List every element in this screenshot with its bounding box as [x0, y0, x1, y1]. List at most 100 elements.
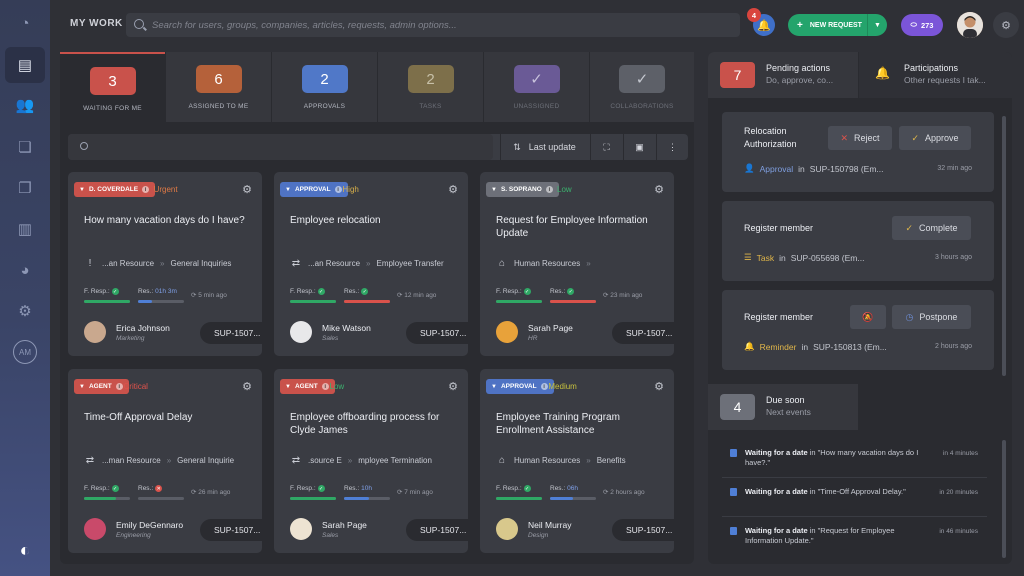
ticket-id[interactable]: SUP-1507... [612, 322, 674, 344]
sort-button[interactable]: ⇅ Last update [500, 134, 588, 160]
action-card[interactable]: Register member ✓ Complete ☰ Task in SUP-… [722, 201, 994, 281]
ticket-id[interactable]: SUP-1507... [406, 519, 468, 541]
tab-tasks[interactable]: 2 TASKS [378, 52, 483, 122]
priority-label: Medium [548, 382, 577, 391]
copy-icon[interactable]: ❐ [13, 176, 37, 200]
layout-toggle-icon[interactable]: ▣ [623, 134, 655, 160]
divider [722, 516, 987, 517]
more-options-icon[interactable]: ⋮ [656, 134, 688, 160]
points-value: 273 [920, 20, 934, 30]
book-icon[interactable]: ▥ [13, 217, 37, 241]
request-card[interactable]: ▼ AGENT i Critical ⚙ Time-Off Approval D… [68, 369, 262, 553]
check-circle-icon: ✓ [111, 288, 119, 295]
postpone-button[interactable]: ◷ Postpone [892, 305, 971, 329]
requester[interactable]: Erica Johnson Marketing [84, 321, 170, 343]
fullscreen-icon[interactable]: ⛶ [590, 134, 622, 160]
tab-unassigned[interactable]: ✓ UNASSIGNED [484, 52, 589, 122]
mute-button[interactable]: 🔕 [850, 305, 886, 329]
user-avatar[interactable] [957, 12, 983, 38]
due-scrollbar[interactable] [1002, 440, 1006, 558]
category-name: Employee Transfer [376, 259, 444, 268]
check-circle-icon: ✓ [523, 288, 531, 295]
request-title[interactable]: Time-Off Approval Delay [84, 411, 249, 424]
category-name: General Inquirie [177, 456, 235, 465]
request-card[interactable]: ▼ AGENT i Low ⚙ Employee offboarding pro… [274, 369, 468, 553]
ticket-id[interactable]: SUP-1507... [406, 322, 468, 344]
request-card[interactable]: ▼ D. COVERDALE i Urgent ⚙ How many vacat… [68, 172, 262, 356]
pie-chart-icon[interactable]: ◕ [13, 258, 37, 282]
gear-icon[interactable]: ⚙ [13, 299, 37, 323]
request-title[interactable]: Employee relocation [290, 214, 455, 227]
gear-icon[interactable]: ⚙ [448, 380, 458, 393]
filter-search-input[interactable] [68, 134, 493, 160]
pending-actions-header[interactable]: 7 Pending actions Do, approve, co... [708, 52, 858, 98]
user-settings-icon[interactable]: ⚙ [993, 12, 1019, 38]
new-request-button[interactable]: + NEW REQUEST ▼ [788, 14, 887, 36]
due-label: Waiting for a date [745, 526, 808, 535]
requester[interactable]: Sarah Page HR [496, 321, 573, 343]
category-name: Benefits [596, 456, 626, 465]
due-soon-header[interactable]: 4 Due soon Next events [708, 384, 858, 430]
request-card[interactable]: ▼ APPROVAL i High ⚙ Employee relocation … [274, 172, 468, 356]
assignee-tag[interactable]: ▼ S. SOPRANO i [486, 182, 559, 197]
gear-icon[interactable]: ⚙ [654, 380, 664, 393]
requester[interactable]: Sarah Page Sales [290, 518, 367, 540]
actions-scrollbar[interactable] [1002, 116, 1006, 376]
tab-label: COLLABORATIONS [610, 103, 674, 110]
approve-button[interactable]: ✓ Approve [899, 126, 971, 150]
requester[interactable]: Emily DeGennaro Engineering [84, 518, 183, 540]
chevron-down-icon[interactable]: ▼ [867, 14, 887, 36]
ticket-id[interactable]: SUP-1507... [612, 519, 674, 541]
caret-down-icon: ▼ [79, 383, 85, 390]
gear-icon[interactable]: ⚙ [654, 183, 664, 196]
assignee-tag[interactable]: ▼ AGENT i [74, 379, 129, 394]
gear-icon[interactable]: ⚙ [448, 183, 458, 196]
request-title[interactable]: Employee Training Program Enrollment Ass… [496, 411, 661, 437]
assignee-tag[interactable]: ▼ APPROVAL i [486, 379, 554, 394]
points-badge[interactable]: ⬭ 273 [901, 14, 943, 36]
assignee-tag[interactable]: ▼ D. COVERDALE i [74, 182, 156, 197]
action-type: Task [756, 252, 775, 263]
briefcase-icon[interactable]: ▤ [13, 53, 37, 77]
tab-assigned-to-me[interactable]: 6 ASSIGNED TO ME [166, 52, 271, 122]
requester[interactable]: Mike Watson Sales [290, 321, 371, 343]
assignee-tag[interactable]: ▼ AGENT i [280, 379, 335, 394]
check-icon: ✓ [911, 132, 919, 143]
request-title[interactable]: Request for Employee Information Update [496, 214, 661, 240]
am-icon[interactable]: AM [13, 340, 37, 364]
first-response-bar [84, 497, 130, 500]
ticket-id[interactable]: SUP-1507... [200, 322, 262, 344]
requester-department: Marketing [116, 334, 145, 342]
tab-label: UNASSIGNED [513, 103, 560, 110]
notifications-button[interactable]: 🔔 4 [747, 8, 775, 36]
dashboard-icon[interactable]: ◔ [13, 11, 37, 35]
work-panel: 3 WAITING FOR ME 6 ASSIGNED TO ME 2 APPR… [60, 52, 694, 564]
ticket-id[interactable]: SUP-1507... [200, 519, 262, 541]
users-icon[interactable]: 👥 [13, 93, 37, 117]
avatar [496, 518, 518, 540]
tab-approvals[interactable]: 2 APPROVALS [272, 52, 377, 122]
due-time: in 20 minutes [939, 489, 978, 496]
requester[interactable]: Neil Murray Design [496, 518, 571, 540]
global-search-input[interactable]: Search for users, groups, companies, art… [126, 13, 740, 37]
gear-icon[interactable]: ⚙ [242, 380, 252, 393]
request-card[interactable]: ▼ S. SOPRANO i Low ⚙ Request for Employe… [480, 172, 674, 356]
tab-waiting-for-me[interactable]: 3 WAITING FOR ME [60, 52, 165, 122]
complete-button[interactable]: ✓ Complete [892, 216, 971, 240]
category-group: Human Resources [514, 259, 581, 268]
request-title[interactable]: How many vacation days do I have? [84, 214, 249, 227]
request-card[interactable]: ▼ APPROVAL i Medium ⚙ Employee Training … [480, 369, 674, 553]
action-card[interactable]: Relocation Authorization ✕ Reject ✓ Approv… [722, 112, 994, 192]
action-card[interactable]: Register member 🔕 ◷ Postpone 🔔 Reminder i… [722, 290, 994, 370]
breadcrumb-separator: » [347, 456, 353, 465]
caret-down-icon: ▼ [79, 186, 85, 193]
breadcrumb-separator: » [160, 259, 165, 268]
brand-logo-icon: ◐ [19, 539, 31, 560]
request-title[interactable]: Employee offboarding process for Clyde J… [290, 411, 455, 437]
assignee-tag[interactable]: ▼ APPROVAL i [280, 182, 348, 197]
gear-icon[interactable]: ⚙ [242, 183, 252, 196]
tab-collaborations[interactable]: ✓ COLLABORATIONS [590, 52, 694, 122]
reject-button[interactable]: ✕ Reject [828, 126, 892, 150]
documents-icon[interactable]: ❏ [13, 135, 37, 159]
participations-header[interactable]: 🔔 Participations Other requests I tak... [859, 52, 1012, 98]
